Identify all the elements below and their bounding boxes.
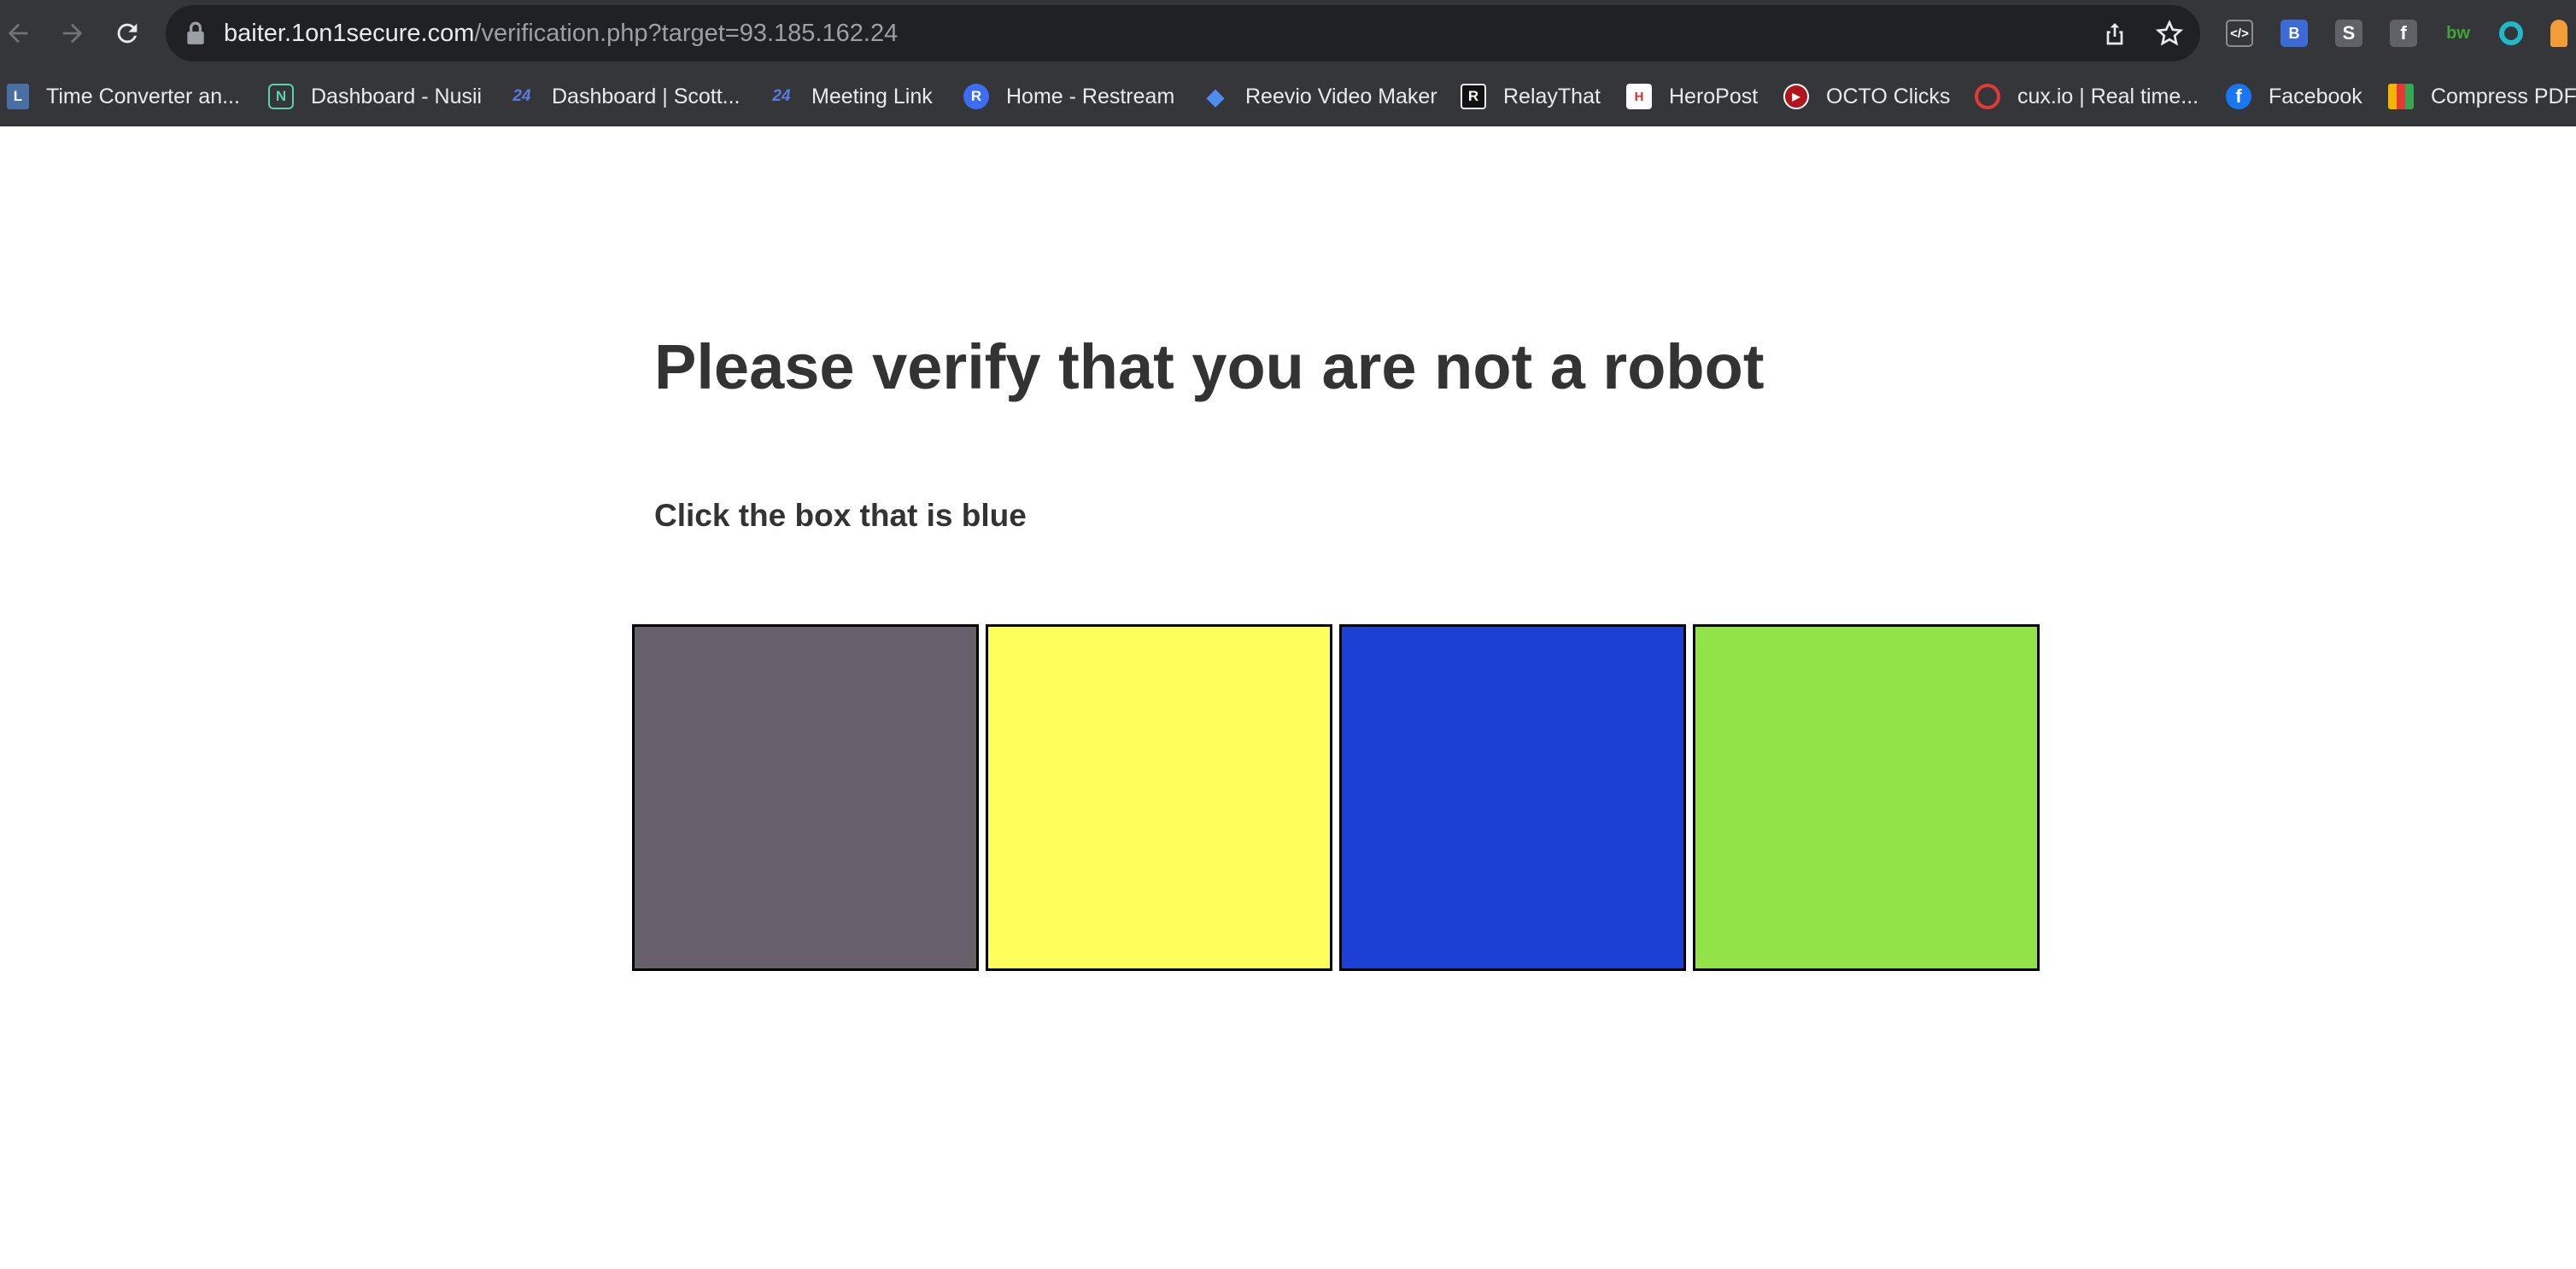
nusii-icon: N (268, 84, 294, 109)
reevio-icon: ◆ (1207, 83, 1224, 109)
relaythat-icon: R (1461, 84, 1486, 109)
lock-icon[interactable] (184, 21, 207, 45)
bookmark-item[interactable]: H HeroPost (1626, 67, 1758, 126)
cux-icon (1975, 84, 2000, 109)
bookmark-item[interactable]: 24 Meeting Link (769, 67, 933, 126)
bookmark-label: HeroPost (1669, 84, 1759, 108)
b-extension-icon[interactable]: B (2280, 20, 2308, 47)
bookmark-item[interactable]: 24 Dashboard | Scott... (509, 67, 741, 126)
forward-arrow-icon[interactable] (51, 12, 94, 55)
compress-pdf-icon (2388, 84, 2414, 109)
page-title: Please verify that you are not a robot (654, 331, 1765, 402)
url-text[interactable]: baiter.1on1secure.com/verification.php?t… (224, 5, 898, 61)
bookmark-label: Compress PDF (2431, 84, 2576, 108)
s-extension-icon[interactable]: S (2335, 20, 2362, 47)
bookmark-label: Dashboard | Scott... (552, 84, 741, 108)
back-arrow-icon[interactable] (0, 12, 39, 55)
bookmark-item[interactable]: L Time Converter an... (7, 67, 240, 126)
bookmark-label: OCTO Clicks (1826, 84, 1951, 108)
code-extension-icon[interactable]: </> (2226, 20, 2253, 47)
instruction-text: Click the box that is blue (654, 498, 1027, 533)
browser-toolbar: baiter.1on1secure.com/verification.php?t… (0, 0, 2576, 67)
bookmark-item[interactable]: R Home - Restream (963, 67, 1174, 126)
time-converter-icon: L (7, 84, 29, 109)
green-box[interactable] (1693, 624, 2040, 971)
bookmark-label: RelayThat (1503, 84, 1601, 108)
reload-icon[interactable] (106, 12, 149, 55)
octo-clicks-icon: ▶ (1783, 84, 1809, 109)
url-host: baiter.1on1secure.com (224, 20, 475, 47)
page-content: Please verify that you are not a robot C… (0, 127, 2576, 1269)
bookmark-item[interactable]: N Dashboard - Nusii (268, 67, 482, 126)
bw-extension-icon[interactable]: bw (2444, 20, 2472, 47)
yellow-box[interactable] (986, 624, 1332, 971)
share-icon[interactable] (2101, 20, 2128, 47)
url-path: /verification.php?target=93.185.162.24 (474, 20, 899, 47)
24-icon: 24 (512, 87, 531, 105)
blue-box[interactable] (1339, 624, 1686, 971)
bookmark-label: Home - Restream (1006, 84, 1175, 108)
bookmark-item[interactable]: ◆ Reevio Video Maker (1203, 67, 1437, 126)
bookmark-item[interactable]: ▶ OCTO Clicks (1783, 67, 1950, 126)
bookmark-label: Facebook (2269, 84, 2362, 108)
circle-extension-icon[interactable] (2499, 21, 2523, 45)
facebook-extension-icon[interactable]: f (2390, 20, 2417, 47)
key-extension-icon[interactable] (2550, 20, 2567, 47)
bookmark-item[interactable]: cux.io | Real time... (1975, 67, 2198, 126)
heropost-icon: H (1626, 84, 1652, 109)
bookmark-label: Time Converter an... (46, 84, 240, 108)
bookmark-item[interactable]: R RelayThat (1461, 67, 1601, 126)
gray-box[interactable] (632, 624, 979, 971)
bookmark-label: Meeting Link (811, 84, 933, 108)
bookmark-item[interactable]: f Facebook (2226, 67, 2362, 126)
bookmark-label: Dashboard - Nusii (311, 84, 483, 108)
bookmark-label: Reevio Video Maker (1245, 84, 1437, 108)
bookmark-label: cux.io | Real time... (2017, 84, 2199, 108)
24-icon: 24 (772, 87, 791, 105)
bookmark-star-icon[interactable] (2155, 20, 2184, 47)
bookmark-item[interactable]: Compress PDF (2388, 67, 2576, 126)
restream-icon: R (963, 84, 989, 109)
bookmarks-bar: L Time Converter an... N Dashboard - Nus… (0, 67, 2576, 126)
facebook-icon: f (2226, 84, 2251, 109)
address-bar[interactable]: baiter.1on1secure.com/verification.php?t… (166, 5, 2200, 61)
